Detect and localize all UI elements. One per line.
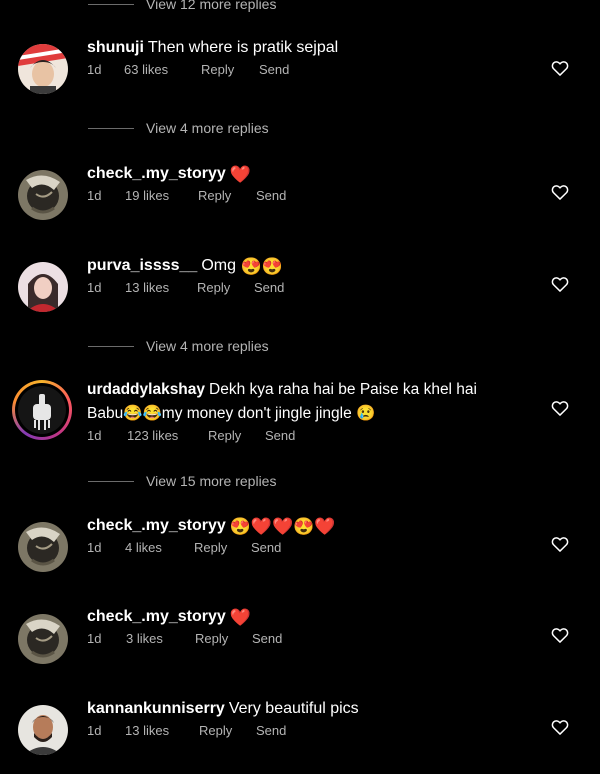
comment-text: Omg	[201, 257, 236, 274]
view-more-replies-label: View 4 more replies	[146, 338, 269, 354]
avatar[interactable]	[18, 705, 68, 755]
avatar[interactable]	[18, 522, 68, 572]
divider-line	[88, 127, 134, 129]
comment-username[interactable]: urdaddylakshay	[87, 381, 205, 398]
comment-likes[interactable]: 4 likes	[125, 540, 194, 555]
avatar-story-ring[interactable]	[12, 380, 72, 440]
heart-outline-icon[interactable]	[550, 182, 570, 202]
divider-line	[88, 480, 134, 482]
heart-outline-icon[interactable]	[550, 534, 570, 554]
send-button[interactable]: Send	[265, 428, 295, 443]
comment-time: 1d	[87, 631, 102, 646]
heart-outline-icon[interactable]	[550, 274, 570, 294]
comment-time: 1d	[87, 540, 102, 555]
view-more-replies[interactable]: View 15 more replies	[88, 471, 276, 491]
heart-outline-icon[interactable]	[550, 625, 570, 645]
view-more-replies-label: View 15 more replies	[146, 473, 277, 489]
view-more-replies[interactable]: View 4 more replies	[88, 118, 269, 138]
send-button[interactable]: Send	[251, 540, 281, 555]
comment-emoji: ❤️	[229, 165, 251, 184]
comment-time: 1d	[87, 428, 102, 443]
comment-username[interactable]: check_.my_storyy	[87, 165, 226, 182]
send-button[interactable]: Send	[252, 631, 282, 646]
comment-time: 1d	[87, 723, 102, 738]
divider-line	[88, 345, 134, 347]
view-more-replies-label: View 4 more replies	[146, 120, 269, 136]
comment-username[interactable]: shunuji	[87, 39, 144, 56]
avatar[interactable]	[18, 262, 68, 312]
comment-username[interactable]: check_.my_storyy	[87, 608, 226, 625]
divider-line	[88, 3, 134, 5]
reply-button[interactable]: Reply	[197, 280, 254, 295]
comment-username[interactable]: purva_issss__	[87, 257, 197, 274]
reply-button[interactable]: Reply	[195, 631, 252, 646]
comment-time: 1d	[87, 62, 102, 77]
comment-likes[interactable]: 123 likes	[127, 428, 208, 443]
comment-text: Very beautiful pics	[228, 700, 359, 717]
reply-button[interactable]: Reply	[198, 188, 256, 203]
avatar	[18, 386, 66, 434]
heart-outline-icon[interactable]	[550, 398, 570, 418]
send-button[interactable]: Send	[256, 723, 286, 738]
reply-button[interactable]: Reply	[201, 62, 259, 77]
comment-likes[interactable]: 13 likes	[125, 723, 199, 738]
heart-outline-icon[interactable]	[550, 58, 570, 78]
view-more-replies[interactable]: View 4 more replies	[88, 336, 269, 356]
reply-button[interactable]: Reply	[199, 723, 256, 738]
comment-emoji: 😍😍	[240, 257, 283, 276]
comment-emoji: ❤️	[229, 608, 251, 627]
send-button[interactable]: Send	[254, 280, 284, 295]
avatar[interactable]	[18, 44, 68, 94]
view-more-replies[interactable]: View 12 more replies	[88, 0, 276, 14]
comment-likes[interactable]: 3 likes	[126, 631, 195, 646]
comment-time: 1d	[87, 188, 102, 203]
comment-username[interactable]: check_.my_storyy	[87, 517, 226, 534]
comment-likes[interactable]: 13 likes	[125, 280, 197, 295]
comment-likes[interactable]: 19 likes	[125, 188, 198, 203]
comment-likes[interactable]: 63 likes	[124, 62, 201, 77]
send-button[interactable]: Send	[256, 188, 286, 203]
reply-button[interactable]: Reply	[194, 540, 251, 555]
comment-emoji: 😍❤️❤️😍❤️	[229, 517, 336, 536]
comment-username[interactable]: kannankunniserry	[87, 700, 225, 717]
heart-outline-icon[interactable]	[550, 717, 570, 737]
comment-time: 1d	[87, 280, 102, 295]
view-more-replies-label: View 12 more replies	[146, 0, 277, 12]
avatar[interactable]	[18, 614, 68, 664]
avatar[interactable]	[18, 170, 68, 220]
reply-button[interactable]: Reply	[208, 428, 265, 443]
comment-text: Then where is pratik sejpal	[147, 39, 339, 56]
send-button[interactable]: Send	[259, 62, 289, 77]
